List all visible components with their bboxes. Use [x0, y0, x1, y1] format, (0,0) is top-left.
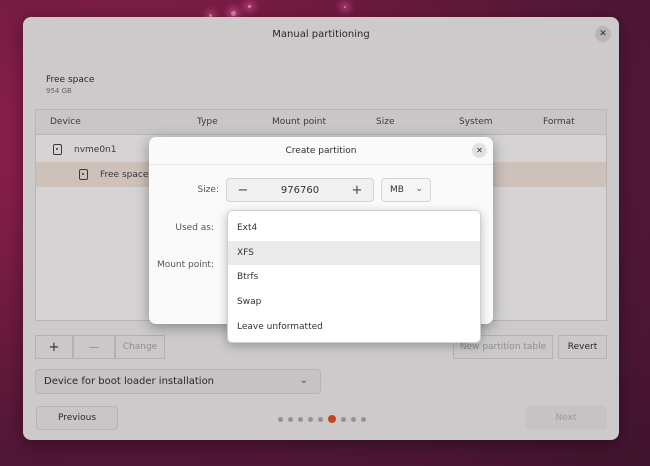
dialog-titlebar: Create partition ✕ [149, 137, 493, 165]
option-ext4[interactable]: Ext4 [228, 216, 480, 241]
step-dot [361, 416, 366, 422]
device-name: Free space [100, 169, 149, 180]
step-dot [341, 416, 346, 422]
step-dot [278, 416, 283, 422]
remove-partition-button[interactable]: — [73, 335, 115, 359]
close-icon: ✕ [599, 29, 607, 39]
unit-value: MB [390, 185, 404, 195]
close-button[interactable]: ✕ [595, 26, 611, 42]
previous-button[interactable]: Previous [36, 406, 118, 430]
dialog-title: Create partition [285, 145, 357, 156]
option-swap[interactable]: Swap [228, 290, 480, 315]
step-dot [308, 416, 313, 422]
disk-icon [79, 169, 88, 180]
sparkle-light [231, 11, 236, 16]
column-header-type: Type [197, 117, 218, 127]
step-dot [288, 416, 293, 422]
sparkle-light [344, 6, 346, 8]
table-header: Device Type Mount point Size System Form… [36, 110, 606, 135]
revert-button[interactable]: Revert [558, 335, 607, 359]
chevron-down-icon: ⌄ [415, 184, 423, 194]
chevron-down-icon: ⌄ [299, 375, 308, 386]
disk-icon [53, 144, 62, 155]
next-label: Next [555, 413, 577, 423]
filesystem-dropdown-list: Ext4 XFS Btrfs Swap Leave unformatted [227, 210, 481, 343]
titlebar: Manual partitioning ✕ [23, 17, 619, 51]
column-header-size: Size [376, 117, 395, 127]
step-indicator [278, 415, 366, 423]
plus-icon: + [48, 339, 60, 355]
step-dot [351, 416, 356, 422]
step-dot [318, 416, 323, 422]
partition-toolbar: + — Change [35, 335, 165, 359]
decrement-button[interactable]: − [227, 179, 259, 201]
mount-point-label: Mount point: [156, 260, 214, 270]
previous-label: Previous [57, 413, 97, 423]
increment-button[interactable]: + [341, 179, 373, 201]
free-space-heading: Free space [46, 75, 95, 85]
bootloader-label: Device for boot loader installation [44, 376, 215, 387]
close-icon: ✕ [476, 146, 483, 155]
bootloader-device-select[interactable]: Device for boot loader installation ⌄ [35, 369, 321, 394]
column-header-system: System [459, 117, 493, 127]
column-header-format: Format [543, 117, 575, 127]
dialog-close-button[interactable]: ✕ [472, 143, 487, 158]
plus-icon: + [351, 182, 363, 198]
minus-icon: − [237, 182, 249, 198]
column-header-mount-point: Mount point [272, 117, 327, 127]
option-xfs[interactable]: XFS [228, 240, 480, 266]
step-dot-active [328, 415, 336, 423]
option-btrfs[interactable]: Btrfs [228, 265, 480, 290]
step-dot [298, 416, 303, 422]
revert-label: Revert [567, 342, 598, 352]
size-stepper: − 976760 + [226, 178, 374, 202]
minus-icon: — [89, 341, 99, 353]
footer: Previous Next [23, 403, 619, 433]
new-table-label: New partition table [459, 342, 547, 352]
size-input[interactable]: 976760 [259, 185, 341, 196]
used-as-label: Used as: [175, 223, 214, 233]
free-space-size: 954 GB [46, 87, 72, 95]
column-header-device: Device [50, 117, 81, 127]
window-title: Manual partitioning [272, 28, 370, 40]
change-partition-button[interactable]: Change [115, 335, 165, 359]
add-partition-button[interactable]: + [35, 335, 73, 359]
unit-select[interactable]: MB ⌄ [381, 178, 431, 202]
change-label: Change [122, 342, 158, 352]
size-label: Size: [197, 185, 219, 195]
next-button[interactable]: Next [525, 406, 607, 430]
sparkle-light [248, 5, 251, 8]
device-name: nvme0n1 [74, 144, 117, 155]
option-leave-unformatted[interactable]: Leave unformatted [228, 314, 480, 339]
